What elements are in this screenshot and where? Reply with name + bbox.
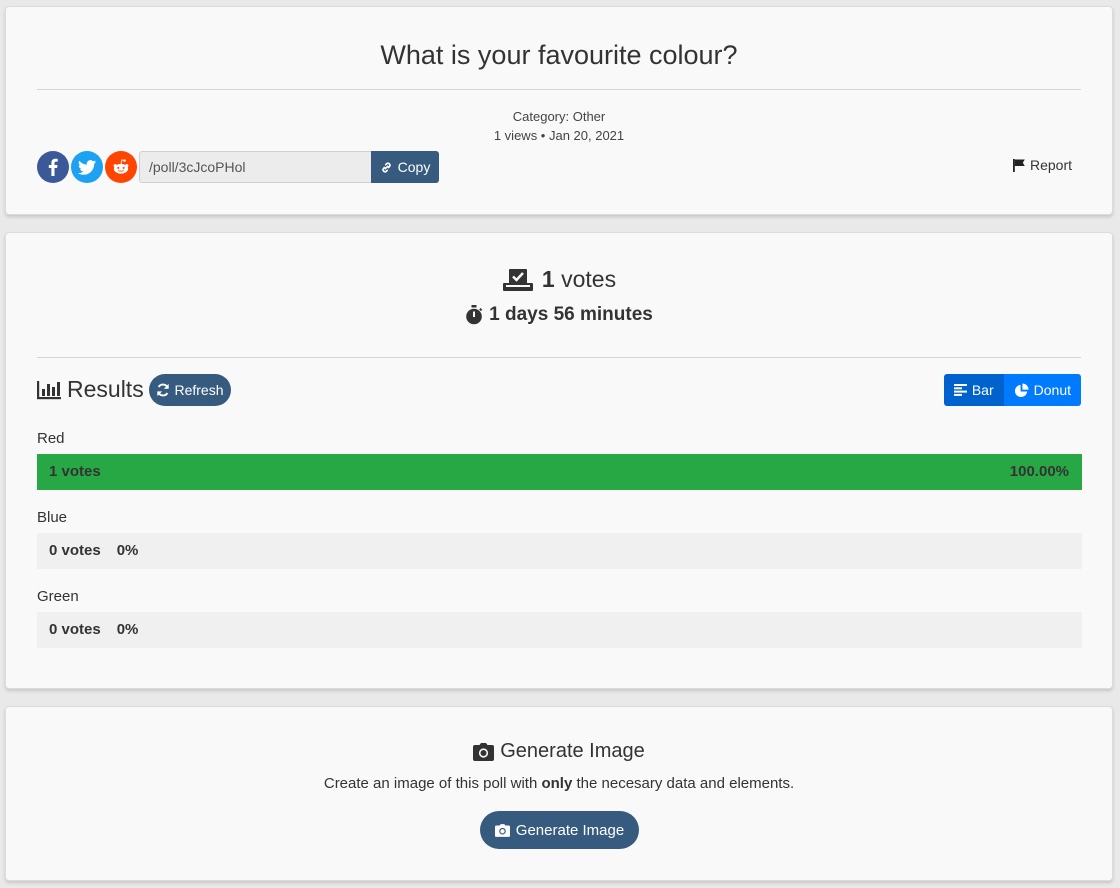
votes-word: votes	[561, 266, 617, 292]
votes-count: 1	[541, 266, 555, 292]
generate-heading: Generate Image	[6, 740, 1112, 763]
generate-image-card: Generate Image Create an image of this p…	[5, 706, 1113, 881]
poll-title: What is your favourite colour?	[380, 40, 738, 70]
refresh-icon	[156, 383, 170, 397]
vote-box-icon	[502, 268, 534, 292]
bar-view-button[interactable]: Bar	[943, 374, 1004, 406]
facebook-icon	[48, 158, 58, 176]
poll-meta: 1 views • Jan 20, 2021	[493, 128, 625, 143]
generate-description: Create an image of this poll with only t…	[323, 775, 795, 792]
poll-category: Category: Other	[512, 109, 606, 124]
link-icon	[380, 161, 393, 174]
time-remaining: 1 days 56 minutes	[6, 304, 1112, 326]
time-remaining-text: 1 days 56 minutes	[489, 304, 653, 325]
votes-text: 0 votes	[49, 542, 101, 559]
copy-link-button[interactable]: Copy	[371, 151, 439, 183]
camera-icon	[473, 742, 495, 761]
facebook-share-button[interactable]	[37, 151, 69, 183]
votes-text: 0 votes	[49, 621, 101, 638]
result-bar-red: 1 votes 100.00%	[37, 454, 1082, 490]
copy-link-label: Copy	[397, 159, 431, 175]
refresh-button[interactable]: Refresh	[149, 374, 231, 406]
result-bar-green: 0 votes 0%	[37, 612, 1082, 648]
align-left-icon	[953, 384, 967, 396]
votes-summary: 1 votes	[6, 266, 1112, 293]
option-label-blue: Blue	[37, 509, 68, 526]
bar-chart-icon	[37, 380, 61, 400]
generate-button-label: Generate Image	[515, 821, 625, 839]
chart-view-toggle: Bar Donut	[943, 374, 1081, 406]
results-heading: Results	[37, 376, 144, 403]
pie-chart-icon	[1014, 382, 1029, 398]
percent-text: 0%	[116, 542, 139, 559]
share-link-input[interactable]	[139, 151, 372, 183]
donut-view-label: Donut	[1033, 382, 1071, 398]
refresh-label: Refresh	[174, 382, 224, 398]
report-link[interactable]: Report	[1012, 157, 1072, 173]
bar-view-label: Bar	[971, 382, 994, 398]
donut-view-button[interactable]: Donut	[1003, 374, 1081, 406]
divider	[37, 357, 1081, 358]
option-label-red: Red	[37, 430, 65, 447]
generate-title: Generate Image	[500, 740, 645, 762]
results-title: Results	[67, 376, 144, 402]
result-bar-blue: 0 votes 0%	[37, 533, 1082, 569]
result-bar-fill	[37, 454, 1082, 490]
votes-text: 1 votes	[49, 463, 101, 480]
twitter-icon	[78, 159, 96, 175]
reddit-icon	[112, 159, 130, 175]
twitter-share-button[interactable]	[71, 151, 103, 183]
poll-header-card: What is your favourite colour? Category:…	[5, 6, 1113, 215]
generate-image-button[interactable]: Generate Image	[480, 811, 639, 849]
percent-text: 100.00%	[1009, 463, 1069, 480]
percent-text: 0%	[116, 621, 139, 638]
report-label: Report	[1029, 157, 1072, 173]
stopwatch-icon	[465, 305, 483, 325]
results-card: 1 votes 1 days 56 minutes Results Refres…	[5, 232, 1113, 689]
divider	[37, 89, 1081, 90]
option-label-green: Green	[37, 588, 79, 605]
camera-icon	[494, 823, 510, 837]
reddit-share-button[interactable]	[105, 151, 137, 183]
flag-icon	[1012, 158, 1026, 172]
